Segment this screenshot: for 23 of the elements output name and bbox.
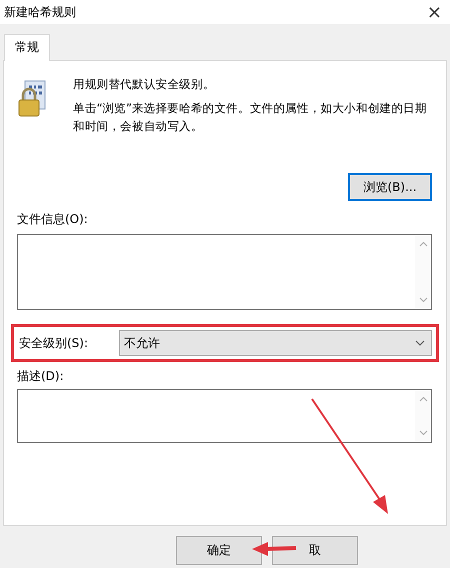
caret-icon (415, 340, 425, 346)
field-label: 文件信息(O): (17, 211, 89, 228)
browse-button[interactable]: 浏览(B)... (348, 173, 432, 201)
field-label: 安全级别(S): (19, 334, 90, 352)
intro-text: 单击“浏览”来选择要哈希的文件。文件的属性，如大小和创建的日期和时间，会被自动写入。 (73, 100, 428, 135)
dialog-button[interactable]: 取 (272, 536, 358, 565)
description-field[interactable] (17, 389, 432, 443)
scrollbar[interactable] (415, 390, 431, 442)
scroll-up-icon[interactable] (418, 241, 428, 247)
scroll-down-icon[interactable] (418, 430, 428, 436)
security-level-dropdown[interactable]: 不允许 (119, 330, 432, 356)
dropdown-value: 不允许 (124, 334, 160, 352)
tab[interactable]: 常规 (4, 34, 50, 61)
scrollbar[interactable] (415, 235, 431, 309)
field-label: 描述(D): (17, 368, 65, 385)
scroll-up-icon[interactable] (418, 396, 428, 402)
file-info-field[interactable] (17, 234, 432, 310)
intro-heading: 用规则替代默认安全级别。 (73, 76, 216, 93)
dialog-button[interactable]: 确定 (176, 536, 262, 565)
annotation-arrow (252, 542, 296, 556)
scroll-down-icon[interactable] (418, 297, 428, 303)
window-title: 新建哈希规则 (4, 4, 76, 20)
close-button[interactable]: × (424, 2, 444, 22)
